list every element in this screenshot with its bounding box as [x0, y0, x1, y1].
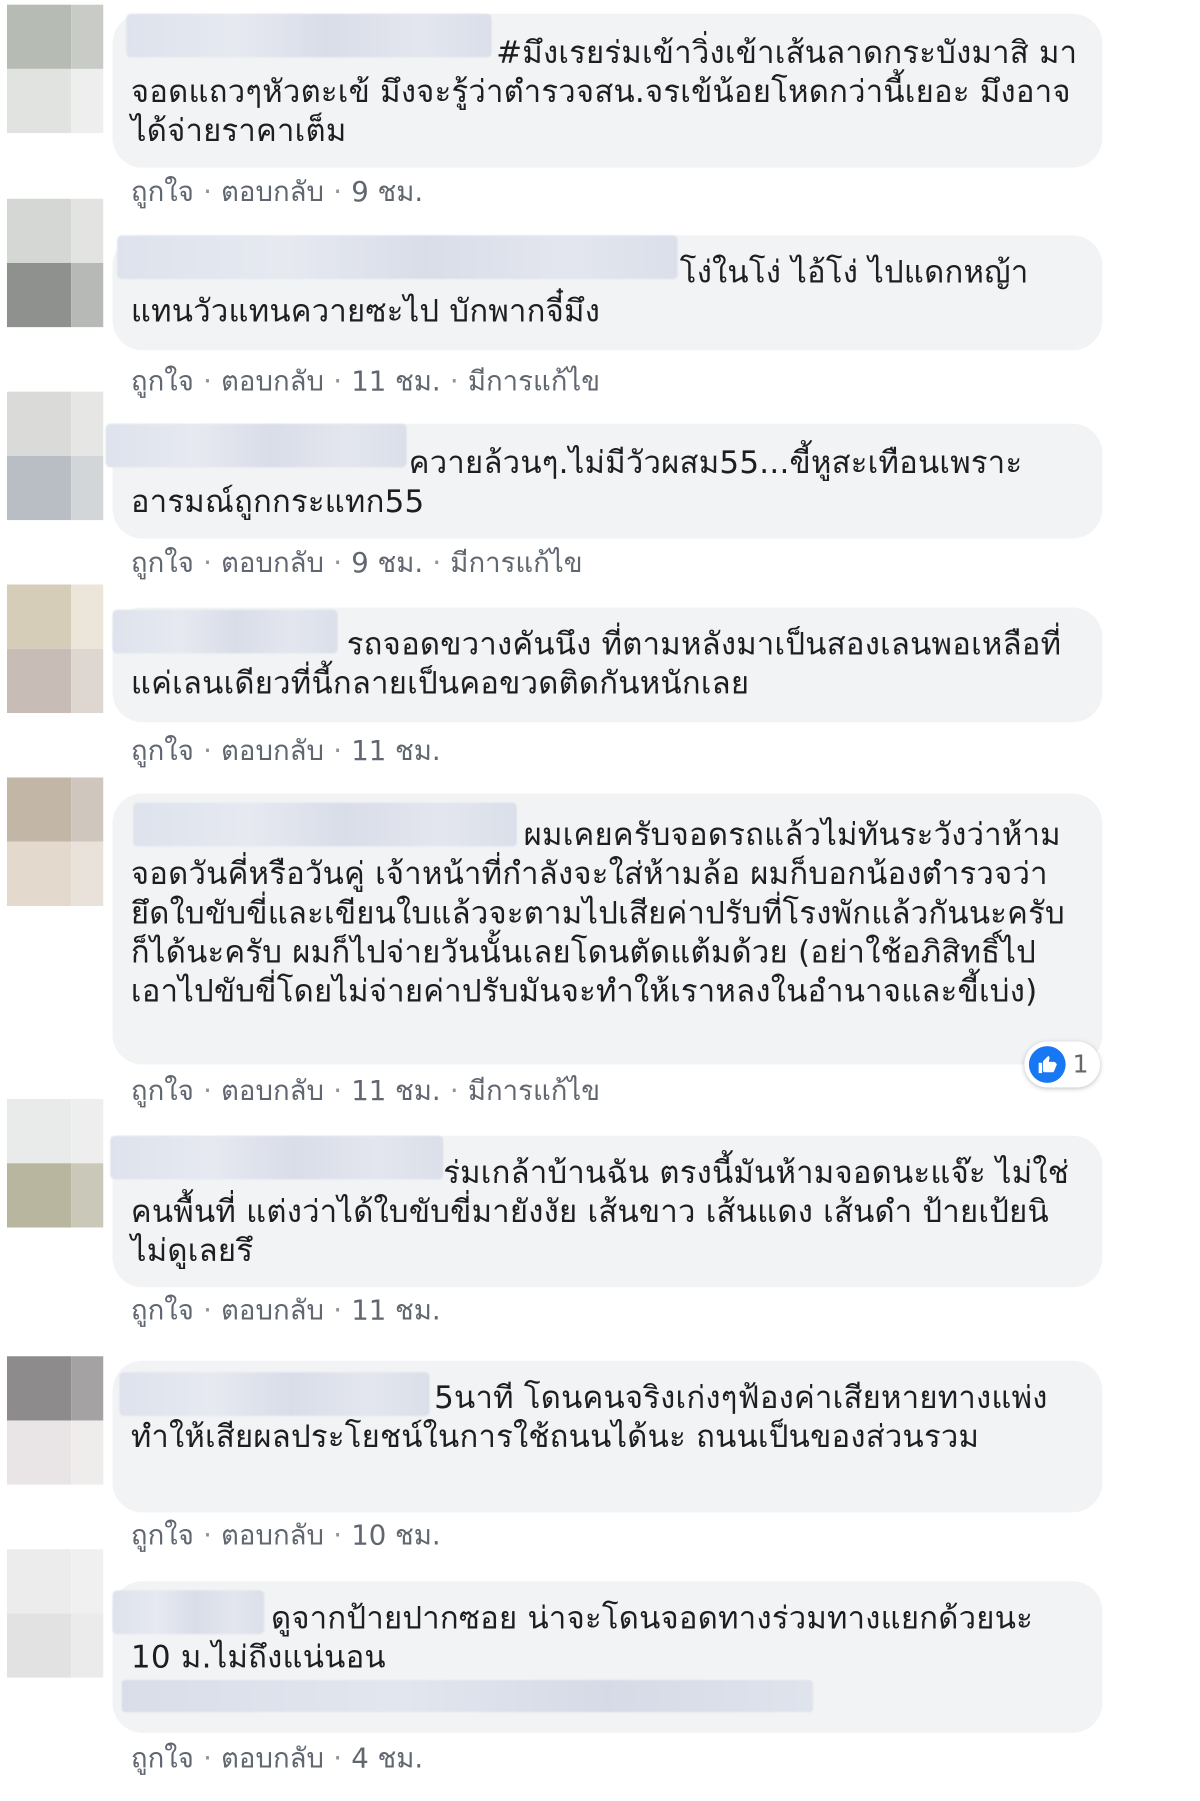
separator: ·	[333, 734, 343, 768]
comment-text: ร่มเกล้าบ้านฉัน ตรงนี้มันห้ามจอดนะแจ๊ะ ไ…	[130, 1155, 1070, 1269]
avatar[interactable]	[6, 1098, 104, 1228]
avatar[interactable]	[6, 198, 104, 328]
separator: ·	[203, 1742, 212, 1775]
comment-bubble: ควายล้วนๆ.ไม่มีวัวผสม55...ขี้หูสะเทือนเพ…	[105, 423, 1103, 539]
separator: ·	[203, 546, 212, 579]
comment-actions: ถูกใจ · ตอบกลับ · 9 ชม.	[131, 169, 423, 214]
comment-actions: ถูกใจ · ตอบกลับ · 9 ชม. · มีการแก้ไข	[131, 540, 583, 585]
separator: ·	[203, 1519, 212, 1552]
comment-text: ดูจากป้ายปากซอย น่าจะโดนจอดทางร่วมทางแยก…	[130, 1600, 1034, 1676]
comment-actions: ถูกใจ · ตอบกลับ · 11 ชม.	[131, 728, 441, 773]
comment-bubble: ร่มเกล้าบ้านฉัน ตรงนี้มันห้ามจอดนะแจ๊ะ ไ…	[110, 1135, 1103, 1288]
comment-text: ผมเคยครับจอดรถแล้วไม่ทันระวังว่าห้ามจอดว…	[130, 817, 1065, 1010]
reaction-count-badge[interactable]: 1	[1024, 1041, 1101, 1088]
separator: ·	[432, 546, 442, 579]
comment-timestamp[interactable]: 4 ชม.	[351, 1742, 423, 1774]
comment-text: โง่ในโง่ ไอ้โง่ ไปแดกหญ้าแทนวัวแทนควายซะ…	[130, 254, 1029, 330]
edited-label[interactable]: มีการแก้ไข	[450, 547, 582, 579]
avatar[interactable]	[6, 1549, 104, 1678]
comment-timestamp[interactable]: 11 ชม.	[351, 735, 440, 767]
avatar[interactable]	[6, 777, 104, 907]
reply-link[interactable]: ตอบกลับ	[221, 176, 324, 208]
comment-text: #มึงเรยร่มเข้าวิ่งเข้าเส้นลาดกระบังมาสิ …	[130, 35, 1078, 150]
like-link[interactable]: ถูกใจ	[131, 1742, 194, 1774]
separator: ·	[333, 1074, 343, 1107]
separator: ·	[333, 1294, 343, 1327]
like-link[interactable]: ถูกใจ	[131, 1294, 194, 1326]
like-link[interactable]: ถูกใจ	[131, 365, 194, 397]
comment-timestamp[interactable]: 9 ชม.	[351, 176, 423, 208]
thumbs-up-icon	[1028, 1046, 1066, 1083]
edited-label[interactable]: มีการแก้ไข	[468, 1075, 600, 1107]
like-link[interactable]: ถูกใจ	[131, 735, 194, 767]
comment-actions: ถูกใจ · ตอบกลับ · 11 ชม. · มีการแก้ไข	[131, 358, 600, 403]
avatar[interactable]	[6, 391, 104, 521]
reaction-count: 1	[1072, 1050, 1089, 1079]
comment-bubble: 5นาที โดนคนจริงเก่งๆฟ้องค่าเสียหายทางแพ่…	[112, 1360, 1103, 1513]
separator: ·	[203, 1294, 212, 1327]
comment-timestamp[interactable]: 11 ชม.	[351, 1075, 440, 1107]
separator: ·	[203, 1074, 212, 1107]
like-link[interactable]: ถูกใจ	[131, 1075, 194, 1107]
comment-text: รถจอดขวางคันนึง ที่ตามหลังมาเป็นสองเลนพอ…	[130, 626, 1062, 702]
separator: ·	[449, 1074, 459, 1107]
comment-actions: ถูกใจ · ตอบกลับ · 11 ชม. · มีการแก้ไข	[131, 1068, 600, 1113]
comment-actions: ถูกใจ · ตอบกลับ · 4 ชม.	[131, 1735, 423, 1780]
comment-bubble: รถจอดขวางคันนึง ที่ตามหลังมาเป็นสองเลนพอ…	[112, 607, 1103, 723]
separator: ·	[333, 546, 343, 579]
comment-bubble: โง่ในโง่ ไอ้โง่ ไปแดกหญ้าแทนวัวแทนควายซะ…	[112, 235, 1103, 351]
separator: ·	[333, 365, 343, 398]
link-preview-blurred[interactable]	[121, 1679, 814, 1713]
separator: ·	[203, 365, 212, 398]
reply-link[interactable]: ตอบกลับ	[221, 547, 324, 579]
reply-link[interactable]: ตอบกลับ	[221, 1294, 324, 1326]
comment-timestamp[interactable]: 10 ชม.	[351, 1519, 440, 1551]
like-link[interactable]: ถูกใจ	[131, 1519, 194, 1551]
edited-label[interactable]: มีการแก้ไข	[468, 365, 600, 397]
comment-timestamp[interactable]: 9 ชม.	[351, 547, 423, 579]
like-link[interactable]: ถูกใจ	[131, 176, 194, 208]
reply-link[interactable]: ตอบกลับ	[221, 1519, 324, 1551]
comment-bubble: #มึงเรยร่มเข้าวิ่งเข้าเส้นลาดกระบังมาสิ …	[112, 13, 1103, 168]
separator: ·	[333, 1742, 343, 1775]
separator: ·	[203, 175, 212, 208]
comment-thread: #มึงเรยร่มเข้าวิ่งเข้าเส้นลาดกระบังมาสิ …	[0, 0, 1200, 1801]
reply-link[interactable]: ตอบกลับ	[221, 1742, 324, 1774]
avatar[interactable]	[6, 584, 104, 714]
comment-actions: ถูกใจ · ตอบกลับ · 10 ชม.	[131, 1512, 441, 1557]
comment-text: 5นาที โดนคนจริงเก่งๆฟ้องค่าเสียหายทางแพ่…	[130, 1380, 1048, 1455]
comment-actions: ถูกใจ · ตอบกลับ · 11 ชม.	[131, 1287, 441, 1332]
separator: ·	[333, 175, 343, 208]
comment-text: ควายล้วนๆ.ไม่มีวัวผสม55...ขี้หูสะเทือนเพ…	[130, 445, 1023, 521]
comment-timestamp[interactable]: 11 ชม.	[351, 1294, 440, 1326]
avatar[interactable]	[6, 4, 104, 134]
reply-link[interactable]: ตอบกลับ	[221, 735, 324, 767]
avatar[interactable]	[6, 1356, 104, 1485]
comment-timestamp[interactable]: 11 ชม.	[351, 365, 440, 397]
separator: ·	[203, 734, 212, 768]
comment-bubble: ผมเคยครับจอดรถแล้วไม่ทันระวังว่าห้ามจอดว…	[112, 793, 1103, 1065]
reply-link[interactable]: ตอบกลับ	[221, 365, 324, 397]
separator: ·	[333, 1519, 343, 1552]
like-link[interactable]: ถูกใจ	[131, 547, 194, 579]
reply-link[interactable]: ตอบกลับ	[221, 1075, 324, 1107]
separator: ·	[449, 365, 459, 398]
comment-bubble: ดูจากป้ายปากซอย น่าจะโดนจอดทางร่วมทางแยก…	[112, 1581, 1103, 1733]
